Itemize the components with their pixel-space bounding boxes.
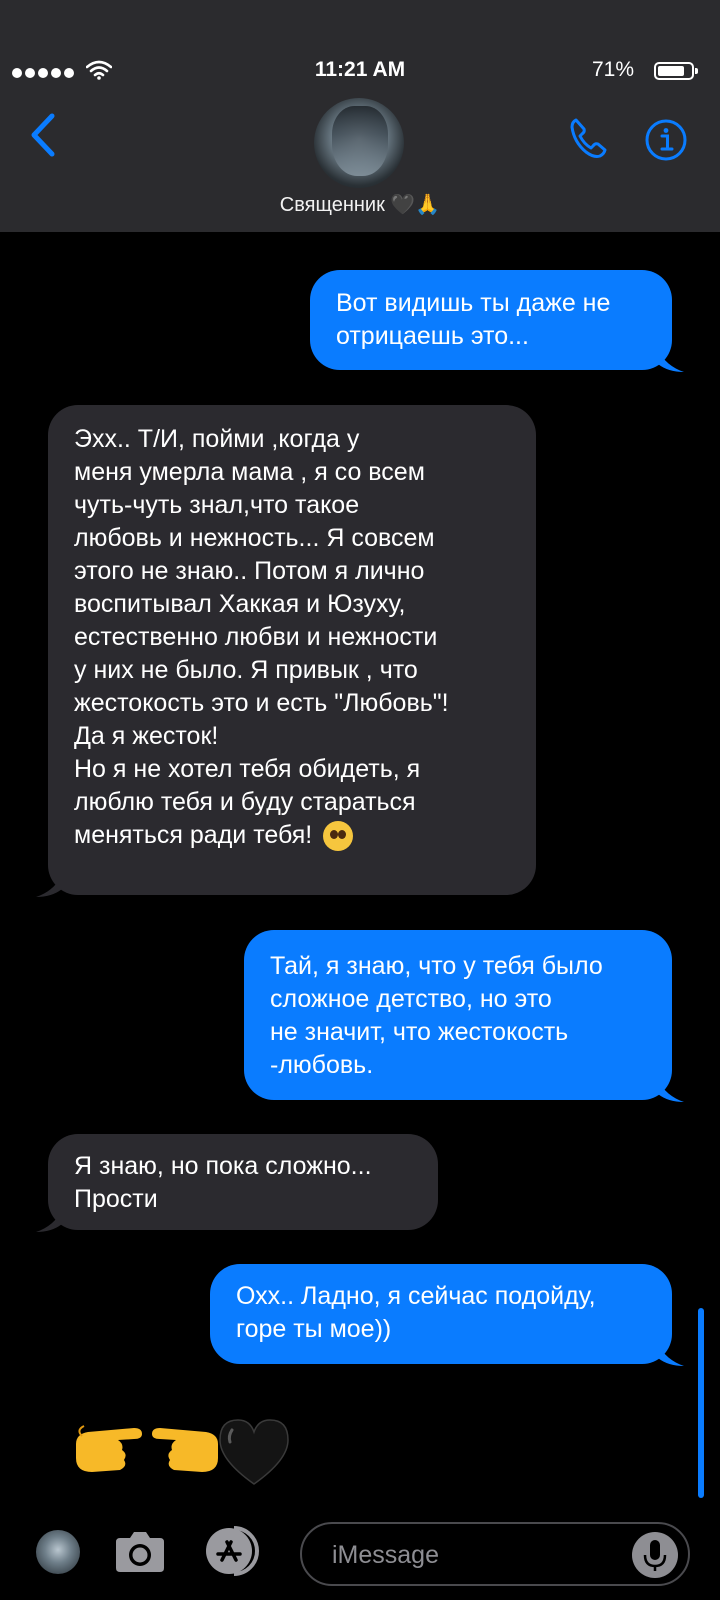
battery-percent: 71% bbox=[591, 58, 634, 81]
info-icon[interactable] bbox=[644, 118, 688, 162]
navigation-header: 11:21 AM 71% Священник 🖤🙏 bbox=[0, 0, 720, 232]
emoji-message[interactable] bbox=[72, 1406, 292, 1486]
bubble-tail bbox=[658, 350, 684, 372]
message-text: Охх.. Ладно, я сейчас подойду, горе ты м… bbox=[236, 1282, 596, 1343]
camera-icon[interactable] bbox=[112, 1528, 168, 1576]
message-text: Эхх.. Т/И, пойми ,когда у меня умерла ма… bbox=[74, 423, 510, 852]
message-text: Тай, я знаю, что у тебя было сложное дет… bbox=[270, 952, 603, 1079]
bubble-tail bbox=[658, 1080, 684, 1102]
imessage-input-container bbox=[300, 1522, 690, 1586]
message-composer-bar bbox=[0, 1506, 720, 1600]
contact-name[interactable]: Священник 🖤🙏 bbox=[0, 192, 720, 217]
status-bar: 11:21 AM 71% bbox=[0, 52, 720, 88]
message-text: Я знаю, но пока сложно... Прости bbox=[74, 1152, 372, 1213]
bubble-tail bbox=[658, 1344, 684, 1366]
pointing-left-emoji-icon bbox=[152, 1428, 218, 1472]
microphone-button[interactable] bbox=[632, 1532, 678, 1578]
outgoing-message-bubble[interactable]: Тай, я знаю, что у тебя было сложное дет… bbox=[244, 930, 684, 1102]
pleading-face-emoji-icon bbox=[323, 821, 354, 852]
scrollbar[interactable] bbox=[698, 1308, 704, 1498]
memoji-avatar-button[interactable] bbox=[36, 1530, 80, 1574]
app-store-icon[interactable] bbox=[204, 1526, 270, 1576]
chevron-left-icon[interactable] bbox=[26, 110, 60, 160]
outgoing-message-bubble[interactable]: Охх.. Ладно, я сейчас подойду, горе ты м… bbox=[210, 1264, 684, 1366]
incoming-message-bubble[interactable]: Я знаю, но пока сложно... Прости bbox=[36, 1134, 438, 1232]
phone-icon[interactable] bbox=[564, 114, 612, 162]
black-heart-emoji-icon bbox=[219, 1419, 289, 1485]
message-text: Вот видишь ты даже не отрицаешь это... bbox=[336, 289, 611, 350]
contact-avatar[interactable] bbox=[314, 98, 404, 188]
incoming-message-bubble[interactable]: Эхх.. Т/И, пойми ,когда у меня умерла ма… bbox=[36, 405, 536, 897]
bubble-tail bbox=[36, 1210, 62, 1232]
bubble-tail bbox=[36, 875, 62, 897]
pointing-right-emoji-icon bbox=[76, 1425, 142, 1472]
microphone-icon bbox=[643, 1540, 667, 1571]
outgoing-message-bubble[interactable]: Вот видишь ты даже не отрицаешь это... bbox=[310, 270, 684, 372]
battery-icon bbox=[654, 62, 698, 80]
imessage-input[interactable] bbox=[330, 1534, 614, 1576]
